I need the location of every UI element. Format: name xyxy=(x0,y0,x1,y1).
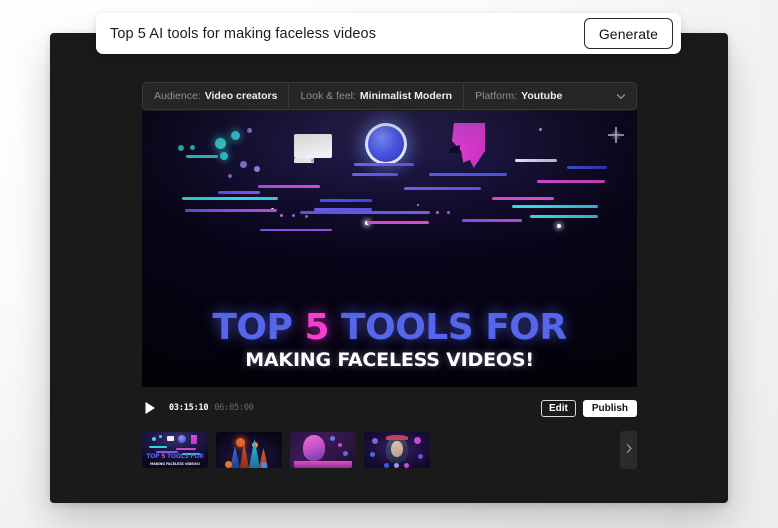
thumbnail-1-title-card[interactable]: TOP 5 TOOLS FOR MAKING FACELESS VIDEOS! xyxy=(142,432,208,468)
particle-dot xyxy=(152,437,156,441)
light-streak xyxy=(149,446,167,448)
particle-dot xyxy=(418,454,423,459)
filter-chip-platform[interactable]: Platform: Youtube xyxy=(464,83,636,109)
preview-subtitle: MAKING FACELESS VIDEOS! xyxy=(142,349,637,371)
particle-dot xyxy=(372,438,378,444)
thumbnail-3-neon-face-laptop[interactable] xyxy=(290,432,356,468)
particle-dot xyxy=(384,463,389,468)
filter-chip-audience[interactable]: Audience: Video creators xyxy=(143,83,289,109)
thumbnail-1-subtitle: MAKING FACELESS VIDEOS! xyxy=(142,462,208,466)
edit-button[interactable]: Edit xyxy=(541,400,576,417)
app-panel: Audience: Video creators Look & feel: Mi… xyxy=(50,33,728,503)
thumbnail-strip: TOP 5 TOOLS FOR MAKING FACELESS VIDEOS! xyxy=(142,431,637,469)
preview-title-highlight: 5 xyxy=(304,307,329,348)
thumbnail-next-button[interactable] xyxy=(620,431,637,469)
preview-title-part2: TOOLS FOR xyxy=(329,307,567,348)
filter-chip-look-feel-value: Minimalist Modern xyxy=(360,90,452,102)
particle-dot xyxy=(394,463,399,468)
avatar-headband-icon xyxy=(386,435,408,440)
filter-chip-look-feel-label: Look & feel: xyxy=(300,90,355,102)
filter-chip-audience-value: Video creators xyxy=(205,90,278,102)
particle-dot xyxy=(370,452,375,457)
laptop-base-icon xyxy=(294,461,352,468)
particle-dot xyxy=(159,435,162,438)
chevron-down-icon[interactable] xyxy=(616,92,625,101)
preview-title-part1: TOP xyxy=(212,307,304,348)
generate-button[interactable]: Generate xyxy=(584,18,673,49)
light-streak xyxy=(176,448,196,450)
prompt-input[interactable]: Top 5 AI tools for making faceless video… xyxy=(110,26,584,42)
particle-dot xyxy=(261,462,267,468)
play-icon[interactable] xyxy=(142,400,158,416)
player-controls: 03:15:10 06:05:00 Edit Publish xyxy=(142,395,637,421)
filter-chips-row: Audience: Video creators Look & feel: Mi… xyxy=(142,82,637,110)
filter-chip-look-feel[interactable]: Look & feel: Minimalist Modern xyxy=(289,83,464,109)
total-time-label: 06:05:00 xyxy=(214,403,253,413)
orb-icon xyxy=(178,435,186,443)
magenta-shape-icon xyxy=(191,435,197,444)
thumbnail-1-title-part1: TOP xyxy=(146,453,161,460)
preview-title-block: TOP 5 TOOLS FOR MAKING FACELESS VIDEOS! xyxy=(142,310,637,371)
filter-chip-platform-value: Youtube xyxy=(521,90,562,102)
thumbnail-1-title: TOP 5 TOOLS FOR xyxy=(142,453,208,460)
filter-chip-audience-label: Audience: xyxy=(154,90,201,102)
prompt-bar: Top 5 AI tools for making faceless video… xyxy=(96,13,681,54)
preview-title: TOP 5 TOOLS FOR xyxy=(142,310,637,346)
thumbnail-1-title-part2: TOOLS FOR xyxy=(165,453,203,460)
chevron-right-icon xyxy=(625,441,633,459)
particle-dot xyxy=(330,436,335,441)
thumbnail-2-abstract-shapes[interactable] xyxy=(216,432,282,468)
avatar-face-icon xyxy=(391,441,403,457)
publish-button[interactable]: Publish xyxy=(583,400,637,417)
current-time-label: 03:15:10 xyxy=(169,403,208,413)
screen: Audience: Video creators Look & feel: Mi… xyxy=(0,0,778,528)
particle-dot xyxy=(225,461,232,468)
filter-chip-platform-label: Platform: xyxy=(475,90,517,102)
neon-face-icon xyxy=(303,435,325,461)
video-preview[interactable]: TOP 5 TOOLS FOR MAKING FACELESS VIDEOS! xyxy=(142,111,637,387)
thumbnail-4-hooded-avatar[interactable] xyxy=(364,432,430,468)
particle-dot xyxy=(404,463,409,468)
particle-dot xyxy=(343,451,348,456)
monitor-icon xyxy=(167,436,174,441)
particle-dot xyxy=(414,437,421,444)
particle-dot xyxy=(338,443,342,447)
